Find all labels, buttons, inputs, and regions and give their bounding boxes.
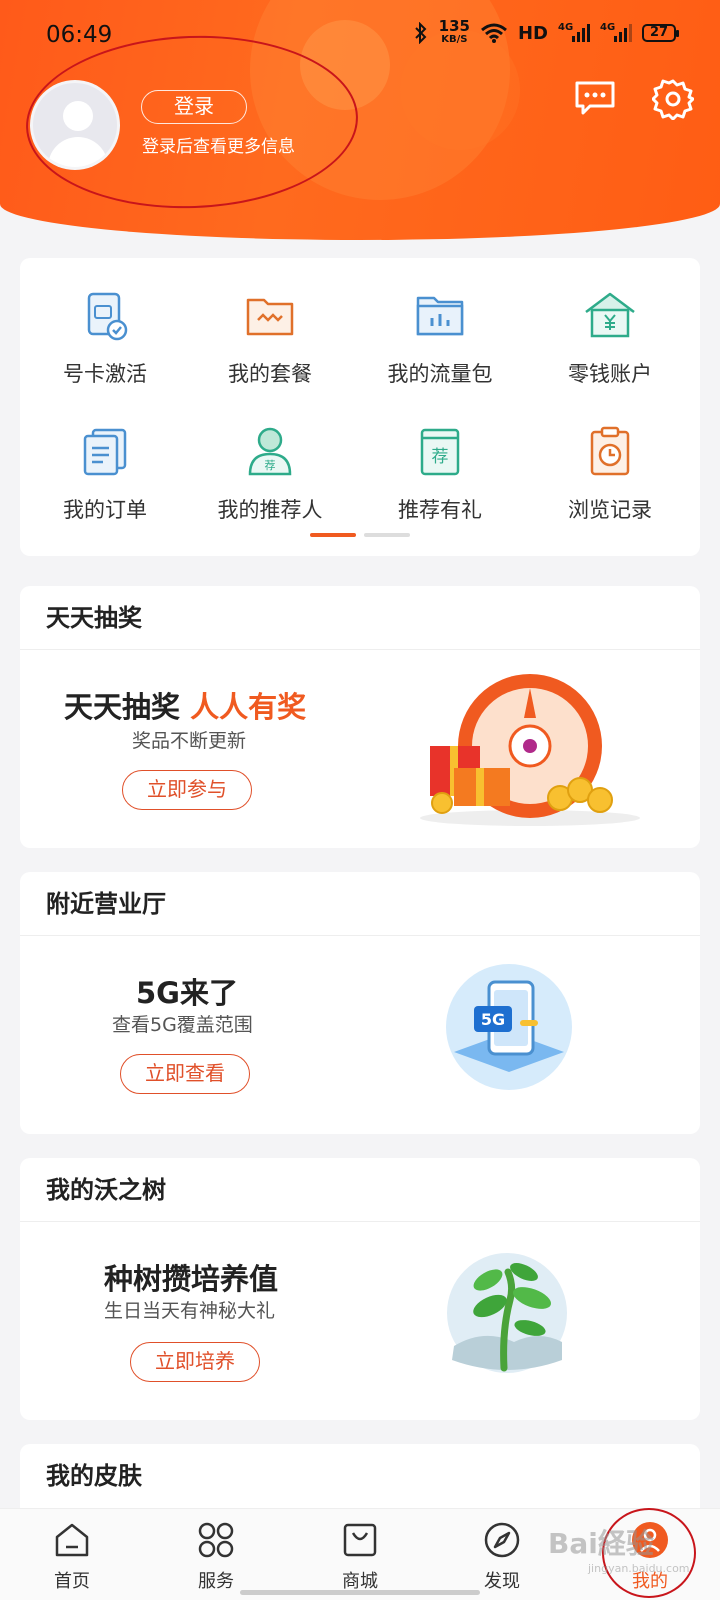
wifi-icon xyxy=(481,23,507,43)
status-time: 06:49 xyxy=(46,22,113,48)
compass-icon xyxy=(484,1522,520,1558)
promo-headline: 种树攒培养值 xyxy=(104,1262,279,1296)
grid-item-orders[interactable]: 我的订单 xyxy=(20,426,190,524)
section-title: 我的皮肤 xyxy=(46,1462,142,1490)
page-indicator xyxy=(310,533,410,537)
grid-item-referrer[interactable]: 荐 我的推荐人 xyxy=(185,426,355,524)
nav-services[interactable]: 服务 xyxy=(166,1521,266,1593)
data-pack-icon xyxy=(416,296,464,336)
shopping-bag-icon xyxy=(343,1523,377,1557)
prize-wheel-illustration xyxy=(420,674,640,826)
participate-button[interactable]: 立即参与 xyxy=(122,770,252,810)
bluetooth-icon xyxy=(414,22,427,44)
promo-subtitle: 奖品不断更新 xyxy=(132,730,247,752)
order-list-icon xyxy=(83,428,127,476)
sim-card-activate-icon xyxy=(87,292,128,341)
nav-discover[interactable]: 发现 xyxy=(452,1521,552,1593)
5g-phone-illustration: 5G xyxy=(446,964,572,1090)
promo-subtitle: 生日当天有神秘大礼 xyxy=(104,1300,276,1322)
status-bar: 06:49 135 KB/S HD 4G 4G 27 xyxy=(0,18,720,54)
svg-text:荐: 荐 xyxy=(265,459,276,472)
quick-actions-card: 号卡激活 我的套餐 我的流量包 零钱账户 我的订单 荐 我的推荐人 荐 推荐有礼… xyxy=(20,258,700,556)
lottery-section: 天天抽奖 天天抽奖 人人有奖 奖品不断更新 立即参与 xyxy=(20,586,700,848)
tree-section: 我的沃之树 种树攒培养值 生日当天有神秘大礼 立即培养 xyxy=(20,1158,700,1420)
nearby-store-section: 附近营业厅 5G来了 查看5G覆盖范围 立即查看 5G xyxy=(20,872,700,1134)
recommend-gift-icon: 荐 xyxy=(420,428,460,476)
hd-indicator: HD xyxy=(517,22,548,44)
network-speed: 135 KB/S xyxy=(438,17,470,46)
grid-item-data-pack[interactable]: 我的流量包 xyxy=(355,290,525,388)
nav-mall[interactable]: 商城 xyxy=(310,1521,410,1593)
home-icon xyxy=(55,1523,89,1557)
package-folder-icon xyxy=(246,298,294,336)
grid-item-recommend[interactable]: 荐 推荐有礼 xyxy=(355,426,525,524)
home-indicator[interactable] xyxy=(240,1590,480,1595)
grid-item-wallet[interactable]: 零钱账户 xyxy=(525,290,695,388)
skin-section: 我的皮肤 xyxy=(20,1444,700,1514)
svg-text:5G: 5G xyxy=(481,1010,505,1029)
section-title: 天天抽奖 xyxy=(20,586,700,650)
grid-item-package[interactable]: 我的套餐 xyxy=(185,290,355,388)
section-title: 附近营业厅 xyxy=(20,872,700,936)
battery-icon: 27 xyxy=(642,24,679,42)
section-title: 我的沃之树 xyxy=(20,1158,700,1222)
promo-headline: 5G来了 xyxy=(136,976,238,1010)
gear-icon[interactable] xyxy=(652,78,694,120)
svg-text:荐: 荐 xyxy=(432,447,449,467)
promo-headline: 天天抽奖 人人有奖 xyxy=(64,690,307,724)
tree-sprout-illustration xyxy=(447,1253,567,1373)
referrer-person-icon: 荐 xyxy=(248,427,292,476)
grid-item-activate[interactable]: 号卡激活 xyxy=(20,290,190,388)
cultivate-button[interactable]: 立即培养 xyxy=(130,1342,260,1382)
wallet-house-icon xyxy=(585,292,635,338)
watermark: Bai経验 jingyan.baidu.com xyxy=(548,1527,690,1575)
history-clipboard-icon xyxy=(590,426,630,476)
signal-1-icon: 4G xyxy=(558,22,590,42)
services-grid-icon xyxy=(198,1522,234,1558)
promo-subtitle: 查看5G覆盖范围 xyxy=(112,1014,253,1036)
nav-home[interactable]: 首页 xyxy=(22,1521,122,1593)
grid-item-history[interactable]: 浏览记录 xyxy=(525,426,695,524)
message-icon[interactable] xyxy=(574,80,616,116)
signal-2-icon: 4G xyxy=(600,22,632,42)
view-coverage-button[interactable]: 立即查看 xyxy=(120,1054,250,1094)
